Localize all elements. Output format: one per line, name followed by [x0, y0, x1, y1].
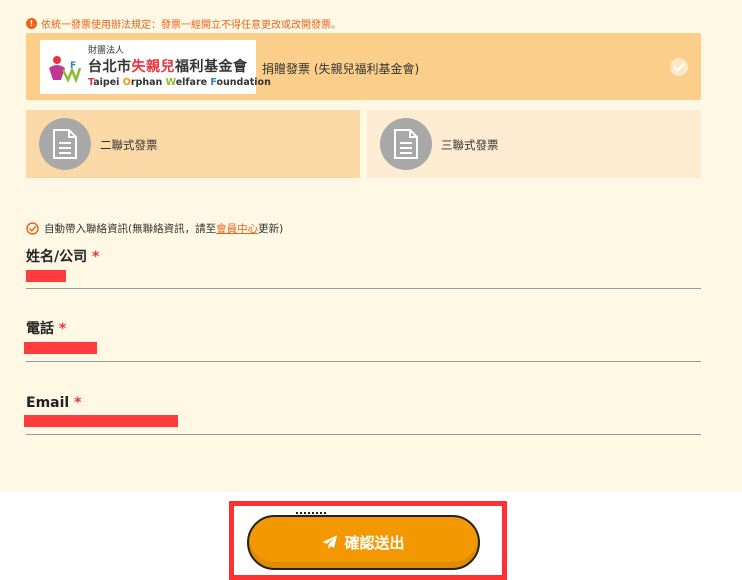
triplicate-invoice-option[interactable]: 三聯式發票 [367, 110, 701, 178]
logo-chinese-name: 台北市失親兒福利基金會 [88, 59, 248, 75]
foundation-logo: F 財團法人 台北市失親兒福利基金會 Taipei Orphan Welfare… [40, 40, 271, 94]
duplicate-invoice-label: 二聯式發票 [100, 138, 158, 152]
check-icon [670, 58, 688, 76]
triplicate-invoice-label: 三聯式發票 [441, 138, 499, 152]
foundation-logo-mark-icon: F [49, 56, 82, 84]
invoice-notice: ! 依統一發票使用辦法規定：發票一經開立不得任意更改或改開發票。 [26, 16, 341, 31]
warning-icon: ! [26, 18, 37, 29]
document-icon [39, 118, 91, 170]
member-center-link[interactable]: 會員中心 [216, 223, 258, 235]
check-circle-icon [26, 222, 39, 235]
logo-english-name: Taipei Orphan Welfare Foundation [88, 77, 271, 88]
autofill-text: 自動帶入聯絡資訊(無聯絡資訊，請至 [44, 223, 217, 235]
redacted-value [26, 270, 66, 282]
name-field[interactable]: 姓名/公司 * [26, 246, 701, 289]
autofill-contact-toggle[interactable]: 自動帶入聯絡資訊(無聯絡資訊，請至會員中心更新) [26, 221, 283, 236]
autofill-suffix: 更新) [258, 223, 284, 235]
submit-label: 確認送出 [344, 534, 405, 552]
duplicate-invoice-option[interactable]: 二聯式發票 [26, 110, 360, 178]
redacted-value [24, 342, 97, 354]
notice-text: 依統一發票使用辦法規定：發票一經開立不得任意更改或改開發票。 [41, 20, 341, 31]
email-label: Email * [26, 395, 82, 411]
name-label: 姓名/公司 * [26, 249, 100, 265]
phone-field[interactable]: 電話 * [24, 318, 701, 362]
redacted-value [24, 415, 178, 427]
document-icon [380, 118, 432, 170]
submit-button[interactable]: 確認送出 [247, 515, 480, 570]
paper-plane-icon [322, 535, 338, 549]
email-field[interactable]: Email * [24, 392, 701, 435]
donate-invoice-label: 捐贈發票 (失親兒福利基金會) [262, 62, 420, 76]
donate-invoice-option[interactable]: F 財團法人 台北市失親兒福利基金會 Taipei Orphan Welfare… [26, 33, 701, 100]
phone-label: 電話 * [26, 321, 67, 337]
svg-text:F: F [70, 61, 76, 71]
logo-small-text: 財團法人 [88, 46, 125, 56]
